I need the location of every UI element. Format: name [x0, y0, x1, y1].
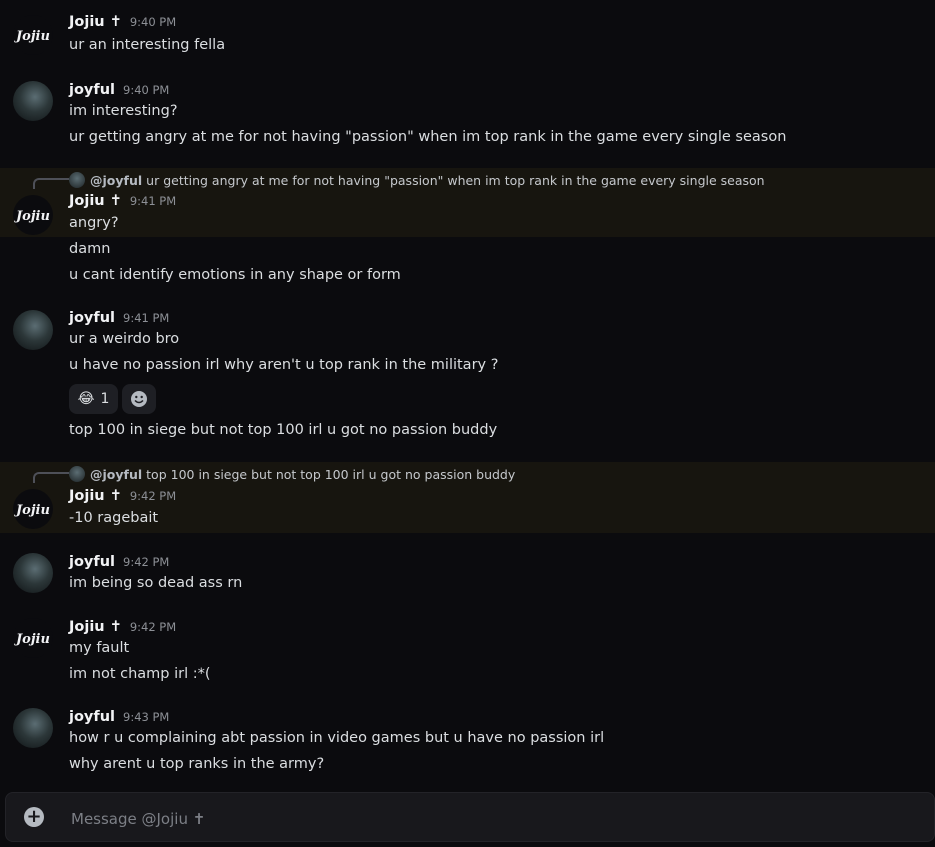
message-group-highlighted: @joyful ur getting angry at me for not ha…	[0, 168, 935, 237]
author-name[interactable]: joyful	[69, 310, 115, 326]
author-name[interactable]: joyful	[69, 554, 115, 570]
smiley-add-icon	[131, 391, 147, 407]
message-header: joyful 9:41 PM	[69, 310, 169, 326]
reaction-chip[interactable]: 😂 1	[69, 384, 118, 414]
message-group-highlighted: @joyful top 100 in siege but not top 100 …	[0, 462, 935, 533]
author-name[interactable]: Jojiu ✝	[69, 193, 122, 209]
message-text: ur getting angry at me for not having "p…	[69, 129, 787, 145]
message-text: why arent u top ranks in the army?	[69, 756, 325, 772]
author-name[interactable]: Jojiu ✝	[69, 488, 122, 504]
timestamp: 9:41 PM	[129, 194, 177, 208]
reply-mention[interactable]: @joyful	[90, 467, 142, 482]
message-text: u have no passion irl why aren't u top r…	[69, 357, 499, 373]
reply-avatar-icon	[69, 172, 85, 188]
avatar-joyful[interactable]	[13, 81, 53, 121]
reply-spine	[33, 178, 69, 189]
message-header: joyful 9:42 PM	[69, 554, 169, 570]
message-text: -10 ragebait	[69, 510, 159, 526]
avatar-jojiu[interactable]: Jojiu	[13, 195, 53, 235]
message-text: ur a weirdo bro	[69, 331, 180, 347]
add-reaction-button[interactable]	[122, 384, 156, 414]
message-list: Jojiu Jojiu ✝ 9:40 PM ur an interesting f…	[0, 0, 935, 792]
message-text: im being so dead ass rn	[69, 575, 243, 591]
message-group: joyful 9:40 PM im interesting? ur getting…	[0, 70, 935, 165]
avatar-jojiu[interactable]: Jojiu	[13, 15, 53, 55]
message-composer: +	[5, 792, 935, 842]
message-group: joyful 9:41 PM ur a weirdo bro u have no …	[0, 300, 935, 460]
author-name[interactable]: joyful	[69, 82, 115, 98]
message-text: how r u complaining abt passion in video…	[69, 730, 605, 746]
timestamp: 9:40 PM	[123, 83, 170, 97]
laughing-emoji-icon: 😂	[77, 391, 95, 407]
message-text: im not champ irl :*(	[69, 666, 211, 682]
reply-mention[interactable]: @joyful	[90, 173, 142, 188]
svg-text:Jojiu: Jojiu	[13, 503, 50, 518]
reply-spine	[33, 472, 69, 483]
reply-preview[interactable]: @joyful top 100 in siege but not top 100 …	[69, 466, 515, 482]
message-text: angry?	[69, 215, 119, 231]
message-text: u cant identify emotions in any shape or…	[69, 267, 401, 283]
author-name[interactable]: Jojiu ✝	[69, 14, 122, 30]
timestamp: 9:41 PM	[123, 311, 170, 325]
reply-avatar-icon	[69, 466, 85, 482]
message-header: Jojiu ✝ 9:40 PM	[69, 14, 176, 30]
svg-text:Jojiu: Jojiu	[13, 29, 50, 44]
message-header: joyful 9:43 PM	[69, 709, 169, 725]
avatar-joyful[interactable]	[13, 553, 53, 593]
message-group: Jojiu Jojiu ✝ 9:42 PM my fault im not cha…	[0, 610, 935, 695]
reply-text: ur getting angry at me for not having "p…	[146, 173, 765, 188]
avatar-joyful[interactable]	[13, 310, 53, 350]
attach-plus-icon[interactable]: +	[24, 807, 44, 827]
reply-text: top 100 in siege but not top 100 irl u g…	[146, 467, 516, 482]
author-name[interactable]: joyful	[69, 709, 115, 725]
message-text: im interesting?	[69, 103, 178, 119]
message-input[interactable]	[69, 803, 913, 835]
message-group: joyful 9:42 PM im being so dead ass rn	[0, 545, 935, 605]
message-header: Jojiu ✝ 9:42 PM	[69, 619, 176, 635]
reply-preview[interactable]: @joyful ur getting angry at me for not ha…	[69, 172, 765, 188]
message-header: joyful 9:40 PM	[69, 82, 169, 98]
message-text: ur an interesting fella	[69, 37, 226, 53]
timestamp: 9:40 PM	[129, 15, 177, 29]
timestamp: 9:43 PM	[123, 710, 170, 724]
message-text: my fault	[69, 640, 130, 656]
avatar-joyful[interactable]	[13, 708, 53, 748]
svg-text:Jojiu: Jojiu	[13, 632, 50, 647]
reaction-count: 1	[100, 391, 110, 407]
message-header: Jojiu ✝ 9:41 PM	[69, 193, 176, 209]
message-group: joyful 9:43 PM how r u complaining abt pa…	[0, 700, 935, 790]
timestamp: 9:42 PM	[123, 555, 170, 569]
message-group: Jojiu Jojiu ✝ 9:40 PM ur an interesting f…	[0, 0, 935, 70]
avatar-jojiu[interactable]: Jojiu	[13, 489, 53, 529]
message-header: Jojiu ✝ 9:42 PM	[69, 488, 176, 504]
message-text: top 100 in siege but not top 100 irl u g…	[69, 422, 498, 438]
message-text: damn	[69, 241, 111, 257]
author-name[interactable]: Jojiu ✝	[69, 619, 122, 635]
timestamp: 9:42 PM	[129, 489, 177, 503]
svg-text:Jojiu: Jojiu	[13, 209, 50, 224]
avatar-jojiu[interactable]: Jojiu	[13, 618, 53, 658]
timestamp: 9:42 PM	[129, 620, 177, 634]
